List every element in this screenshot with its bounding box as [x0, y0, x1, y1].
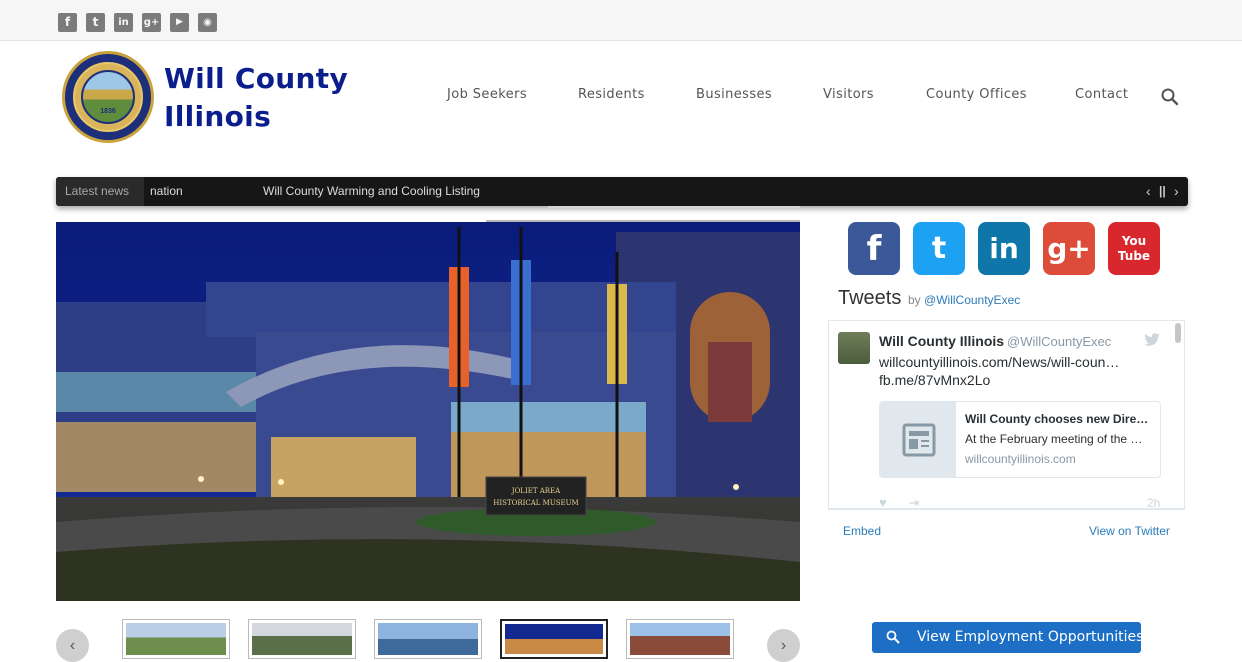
card-description: At the February meeting of the … [965, 432, 1143, 446]
thumbnail-image [252, 623, 352, 655]
document-icon [902, 423, 936, 457]
search-icon [886, 630, 900, 644]
tweets-by-label: by [908, 293, 921, 307]
news-ticker: Latest news nation Will County Warming a… [56, 177, 1188, 206]
tweets-byline: by @WillCountyExec [908, 293, 1020, 307]
carousel-thumbnail[interactable] [122, 619, 230, 659]
carousel-prev-button[interactable]: ‹ [56, 629, 89, 662]
card-url: willcountyillinois.com [965, 452, 1076, 466]
nav-businesses[interactable]: Businesses [696, 87, 772, 102]
nav-county-offices[interactable]: County Offices [926, 87, 1027, 102]
tweet-link-card[interactable]: Will County chooses new Dire… At the Feb… [879, 401, 1161, 478]
tweet-timestamp[interactable]: 2h [1147, 496, 1160, 508]
carousel-thumbnail-active[interactable] [500, 619, 608, 659]
museum-sign-line2: HISTORICAL MUSEUM [493, 499, 578, 507]
youtube-icon[interactable]: You Tube [1108, 222, 1160, 275]
linkedin-icon[interactable]: in [978, 222, 1030, 275]
main-nav: Job Seekers Residents Businesses Visitor… [0, 87, 1242, 107]
rss-icon[interactable]: ◉ [198, 13, 217, 32]
seal-year: 1836 [100, 108, 116, 115]
thumbnail-image [126, 623, 226, 655]
ticker-item[interactable]: Will County Warming and Cooling Listing [263, 177, 480, 206]
avatar[interactable] [838, 332, 870, 364]
like-heart-icon[interactable]: ♥ [879, 495, 887, 508]
museum-sign-line1: JOLIET AREA [511, 487, 561, 495]
view-employment-button[interactable]: View Employment Opportunities [872, 622, 1144, 653]
top-social-bar: f t in g+ ▶ ◉ [0, 0, 1242, 41]
view-employment-label: View Employment Opportunities [917, 629, 1144, 645]
timeline-footer-rule [828, 508, 1185, 510]
ticker-prev-icon[interactable]: ‹ [1146, 177, 1151, 205]
timeline-scrollbar[interactable] [1175, 323, 1181, 343]
carousel-thumbnail[interactable] [626, 619, 734, 659]
tweet-text-link[interactable]: fb.me/87vMnx2Lo [879, 372, 990, 388]
ticker-item[interactable]: nation [150, 177, 183, 206]
tweet-actions: ♥ ⇥ [879, 495, 919, 508]
big-social-buttons: f t in g+ You Tube [848, 222, 1160, 275]
tweets-title: Tweets [838, 287, 902, 309]
google-plus-icon[interactable]: g+ [142, 13, 161, 32]
tweet-author-handle[interactable]: @WillCountyExec [1007, 334, 1111, 349]
twitter-icon[interactable]: t [86, 13, 105, 32]
tweet-author-name[interactable]: Will County Illinois [879, 333, 1004, 349]
tweets-handle-link[interactable]: @WillCountyExec [924, 293, 1020, 307]
card-title: Will County chooses new Dire… [965, 412, 1149, 426]
ticker-pause-icon[interactable]: || [1159, 177, 1166, 205]
nav-visitors[interactable]: Visitors [823, 87, 874, 102]
carousel-thumbnail[interactable] [248, 619, 356, 659]
facebook-icon[interactable]: f [58, 13, 77, 32]
facebook-icon[interactable]: f [848, 222, 900, 275]
hero-slide-image[interactable]: JOLIET AREA HISTORICAL MUSEUM [56, 222, 800, 601]
twitter-icon[interactable]: t [913, 222, 965, 275]
museum-night-photo: JOLIET AREA HISTORICAL MUSEUM [56, 222, 800, 601]
linkedin-icon[interactable]: in [114, 13, 133, 32]
twitter-bird-icon[interactable] [1143, 333, 1161, 347]
card-thumbnail [880, 402, 956, 477]
thumbnail-image [378, 623, 478, 655]
carousel-thumbnail[interactable] [374, 619, 482, 659]
ticker-divider [548, 206, 800, 208]
nav-contact[interactable]: Contact [1075, 87, 1128, 102]
youtube-icon[interactable]: ▶ [170, 13, 189, 32]
top-social-icons: f t in g+ ▶ ◉ [58, 13, 217, 32]
ticker-next-icon[interactable]: › [1174, 177, 1179, 205]
view-on-twitter-link[interactable]: View on Twitter [1089, 524, 1170, 538]
share-icon[interactable]: ⇥ [908, 495, 919, 508]
embed-link[interactable]: Embed [843, 524, 881, 538]
nav-job-seekers[interactable]: Job Seekers [447, 87, 527, 102]
carousel-next-button[interactable]: › [767, 629, 800, 662]
ticker-label: Latest news [56, 177, 144, 206]
tweet-text-link[interactable]: willcountyillinois.com/News/will-coun… [879, 354, 1119, 370]
search-icon[interactable] [1160, 87, 1180, 107]
nav-residents[interactable]: Residents [578, 87, 645, 102]
thumbnail-image [505, 624, 603, 654]
thumbnail-image [630, 623, 730, 655]
tweet-timeline[interactable]: Will County Illinois @WillCountyExec wil… [828, 320, 1185, 508]
google-plus-icon[interactable]: g+ [1043, 222, 1095, 275]
